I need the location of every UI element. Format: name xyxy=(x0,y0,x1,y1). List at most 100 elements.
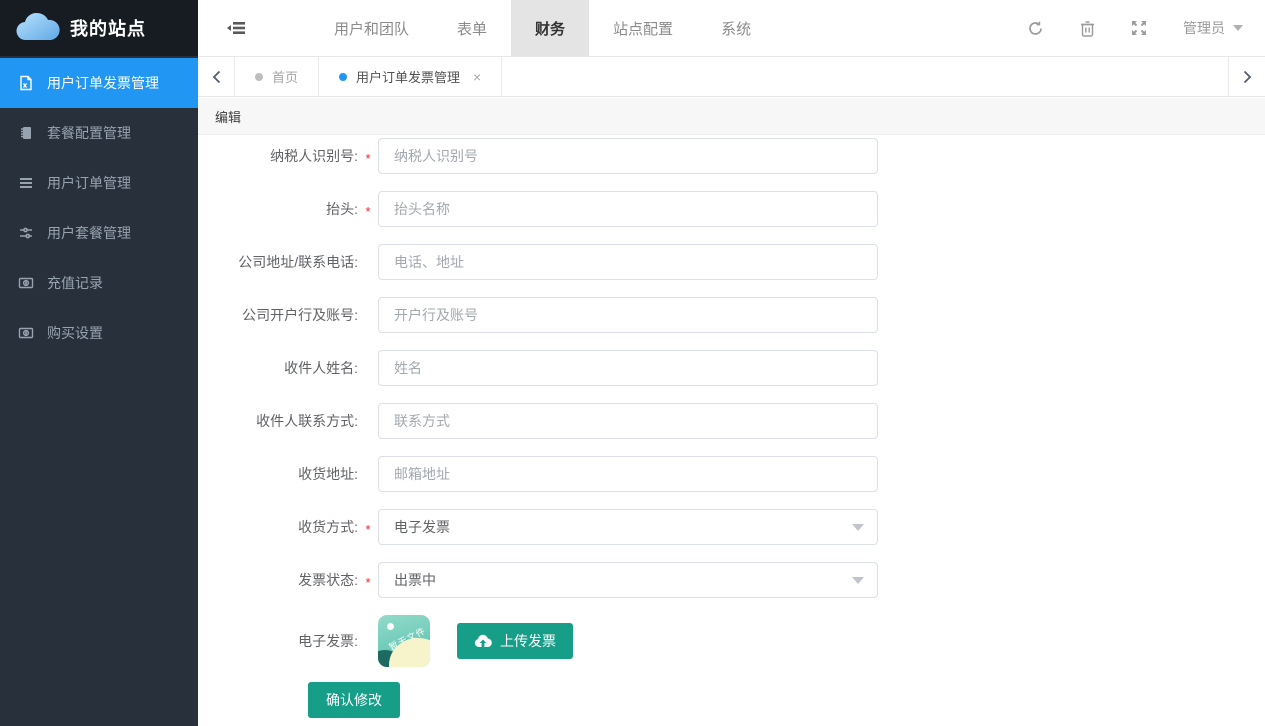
nav-users-teams[interactable]: 用户和团队 xyxy=(310,0,433,56)
sidebar-menu: 用户订单发票管理 套餐配置管理 用户订单管理 xyxy=(0,56,198,358)
form-row-delivery-address: 收货地址: xyxy=(198,456,1265,492)
tab-home[interactable]: 首页 xyxy=(235,57,319,96)
top-header: 用户和团队 表单 财务 站点配置 系统 xyxy=(198,0,1265,57)
sidebar-item-recharge-records[interactable]: 充值记录 xyxy=(0,258,198,308)
required-mark-empty xyxy=(358,419,378,423)
invoice-file-thumbnail[interactable]: 暂无文件 xyxy=(378,615,430,667)
trash-icon[interactable] xyxy=(1080,20,1095,37)
field-label: 收货方式: xyxy=(198,517,358,537)
tab-bar: 首页 用户订单发票管理 × xyxy=(198,57,1265,97)
form-row-taxpayer-id: 纳税人识别号: * xyxy=(198,138,1265,174)
recipient-name-input[interactable] xyxy=(378,350,878,386)
required-mark-empty xyxy=(358,366,378,370)
field-label: 发票状态: xyxy=(198,570,358,590)
purchase-icon xyxy=(18,325,34,341)
top-nav: 用户和团队 表单 财务 站点配置 系统 xyxy=(310,0,775,56)
invoice-title-input[interactable] xyxy=(378,191,878,227)
upload-button-label: 上传发票 xyxy=(500,631,556,651)
sidebar-item-label: 购买设置 xyxy=(47,323,103,343)
tab-invoice-management[interactable]: 用户订单发票管理 × xyxy=(319,57,502,96)
field-label: 电子发票: xyxy=(198,631,358,651)
form-row-e-invoice-upload: 电子发票: 暂无文件 上传发票 xyxy=(198,615,1265,667)
chevron-down-icon xyxy=(852,524,864,531)
tab-status-dot xyxy=(255,73,263,81)
tab-label: 用户订单发票管理 xyxy=(356,67,460,86)
required-mark: * xyxy=(358,518,378,537)
required-mark: * xyxy=(358,571,378,590)
recharge-icon xyxy=(18,275,34,291)
nav-site-config[interactable]: 站点配置 xyxy=(589,0,697,56)
form-row-recipient-name: 收件人姓名: xyxy=(198,350,1265,386)
tab-close-icon[interactable]: × xyxy=(473,70,481,84)
edit-form: 纳税人识别号: * 抬头: * 公司地址/联系电话: 公司开户行及账号: 收件人… xyxy=(198,136,1265,726)
cloud-icon xyxy=(14,12,60,44)
delivery-address-input[interactable] xyxy=(378,456,878,492)
form-row-recipient-contact: 收件人联系方式: xyxy=(198,403,1265,439)
required-mark: * xyxy=(358,200,378,219)
company-address-phone-input[interactable] xyxy=(378,244,878,280)
form-row-delivery-method: 收货方式: * 电子发票 xyxy=(198,509,1265,545)
tabs-scroll-left-icon[interactable] xyxy=(198,57,235,96)
nav-system[interactable]: 系统 xyxy=(697,0,775,56)
tabs-scroll-right-icon[interactable] xyxy=(1228,57,1265,96)
field-label: 公司开户行及账号: xyxy=(198,305,358,325)
field-label: 收货地址: xyxy=(198,464,358,484)
sliders-icon xyxy=(18,225,34,241)
sidebar-item-label: 用户订单管理 xyxy=(47,173,131,193)
user-menu[interactable]: 管理员 xyxy=(1183,18,1243,38)
collapse-menu-icon[interactable] xyxy=(198,0,274,56)
nav-finance[interactable]: 财务 xyxy=(511,0,589,56)
tab-status-dot xyxy=(339,73,347,81)
fullscreen-icon[interactable] xyxy=(1131,20,1147,36)
sidebar-item-label: 用户套餐管理 xyxy=(47,223,131,243)
chevron-down-icon xyxy=(852,577,864,584)
required-mark-empty xyxy=(358,472,378,476)
sidebar-item-purchase-settings[interactable]: 购买设置 xyxy=(0,308,198,358)
required-mark-empty xyxy=(358,260,378,264)
order-list-icon xyxy=(18,175,34,191)
field-label: 收件人联系方式: xyxy=(198,411,358,431)
sidebar-item-label: 充值记录 xyxy=(47,273,103,293)
thumb-sun-dot xyxy=(387,623,394,630)
confirm-changes-button[interactable]: 确认修改 xyxy=(308,682,400,718)
required-mark-empty xyxy=(358,639,378,643)
tab-label: 首页 xyxy=(272,67,298,86)
panel-title: 编辑 xyxy=(215,107,241,126)
form-row-invoice-title: 抬头: * xyxy=(198,191,1265,227)
chevron-down-icon xyxy=(1233,25,1243,31)
sidebar: 我的站点 用户订单发票管理 套餐配置管理 xyxy=(0,0,198,726)
required-mark: * xyxy=(358,147,378,166)
cloud-upload-icon xyxy=(474,634,492,648)
sidebar-item-label: 套餐配置管理 xyxy=(47,123,131,143)
select-value: 出票中 xyxy=(394,570,436,590)
app-window: 我的站点 用户订单发票管理 套餐配置管理 xyxy=(0,0,1265,726)
sidebar-item-package-config[interactable]: 套餐配置管理 xyxy=(0,108,198,158)
sidebar-item-order-management[interactable]: 用户订单管理 xyxy=(0,158,198,208)
upload-invoice-button[interactable]: 上传发票 xyxy=(457,623,573,659)
field-label: 收件人姓名: xyxy=(198,358,358,378)
bank-account-input[interactable] xyxy=(378,297,878,333)
header-actions: 管理员 xyxy=(1027,0,1265,56)
form-row-company-address-phone: 公司地址/联系电话: xyxy=(198,244,1265,280)
user-menu-label: 管理员 xyxy=(1183,18,1225,38)
sidebar-item-invoice-management[interactable]: 用户订单发票管理 xyxy=(0,58,198,108)
invoice-file-icon xyxy=(18,75,34,91)
refresh-icon[interactable] xyxy=(1027,20,1044,37)
site-name: 我的站点 xyxy=(70,15,146,41)
nav-forms[interactable]: 表单 xyxy=(433,0,511,56)
invoice-status-select[interactable]: 出票中 xyxy=(378,562,878,598)
brand-logo: 我的站点 xyxy=(0,0,198,56)
sidebar-item-user-package[interactable]: 用户套餐管理 xyxy=(0,208,198,258)
field-label: 公司地址/联系电话: xyxy=(198,252,358,272)
field-label: 抬头: xyxy=(198,199,358,219)
field-label: 纳税人识别号: xyxy=(198,146,358,166)
package-config-icon xyxy=(18,125,34,141)
form-row-bank-account: 公司开户行及账号: xyxy=(198,297,1265,333)
select-value: 电子发票 xyxy=(394,517,450,537)
required-mark-empty xyxy=(358,313,378,317)
recipient-contact-input[interactable] xyxy=(378,403,878,439)
sidebar-item-label: 用户订单发票管理 xyxy=(47,73,159,93)
panel-header: 编辑 xyxy=(198,98,1265,135)
delivery-method-select[interactable]: 电子发票 xyxy=(378,509,878,545)
taxpayer-id-input[interactable] xyxy=(378,138,878,174)
